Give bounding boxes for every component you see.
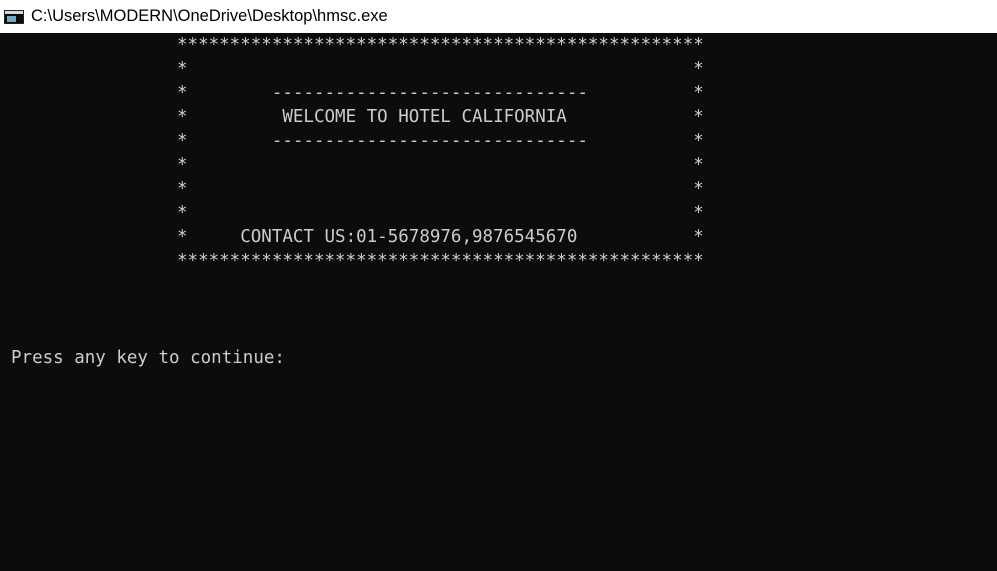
banner-line: * * (177, 59, 704, 79)
banner-line: * * (177, 203, 704, 223)
banner-line: * * (177, 179, 704, 199)
banner-line: * * (177, 155, 704, 175)
continue-prompt: Press any key to continue: (11, 348, 285, 368)
banner-border-bottom: ****************************************… (177, 251, 704, 271)
window-title: C:\Users\MODERN\OneDrive\Desktop\hmsc.ex… (31, 7, 388, 25)
console-app-icon (4, 9, 24, 24)
console-output-area[interactable]: ****************************************… (0, 33, 997, 571)
banner-welcome-text: * WELCOME TO HOTEL CALIFORNIA * (177, 107, 704, 127)
banner-rule-top: * ------------------------------ * (177, 83, 704, 103)
banner-contact-text: * CONTACT US:01-5678976,9876545670 * (177, 227, 704, 247)
banner-border-top: ****************************************… (177, 35, 704, 55)
banner-rule-bottom: * ------------------------------ * (177, 131, 704, 151)
window-titlebar[interactable]: C:\Users\MODERN\OneDrive\Desktop\hmsc.ex… (0, 0, 997, 33)
